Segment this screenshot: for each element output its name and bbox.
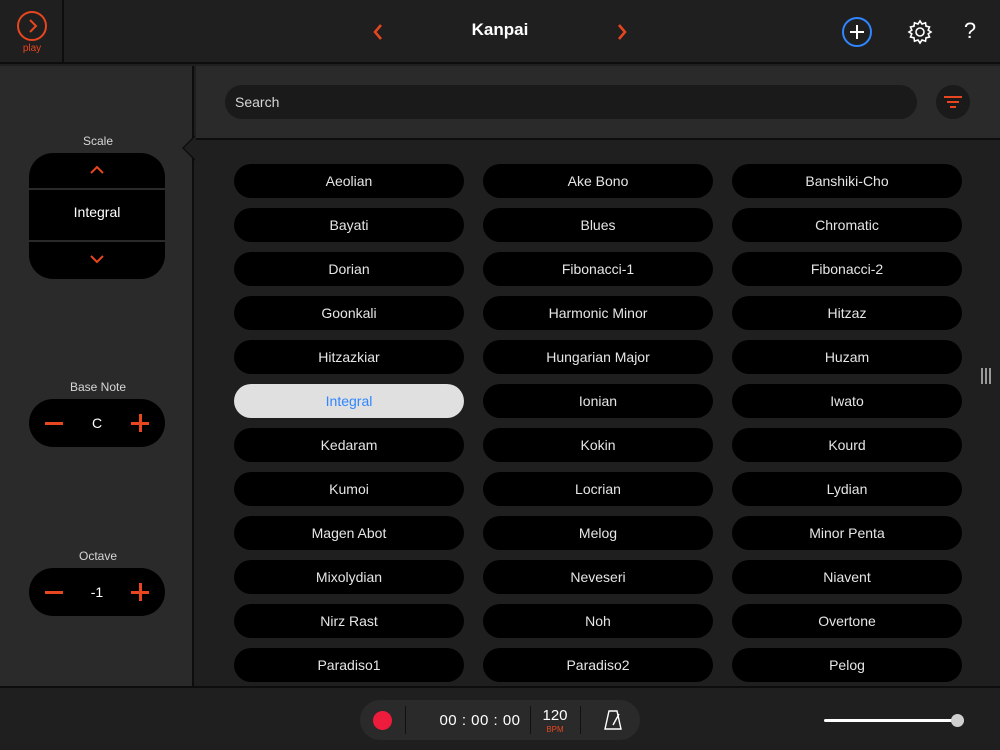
top-bar: play Kanpai ? — [0, 0, 1000, 64]
scale-down-icon[interactable] — [89, 253, 105, 265]
scale-option[interactable]: Niavent — [732, 560, 962, 594]
divider — [530, 706, 531, 734]
scale-option[interactable]: Minor Penta — [732, 516, 962, 550]
scale-option[interactable]: Integral — [234, 384, 464, 418]
scale-option[interactable]: Kokin — [483, 428, 713, 462]
scale-option[interactable]: Aeolian — [234, 164, 464, 198]
play-button[interactable] — [17, 11, 47, 41]
scale-option[interactable]: Fibonacci-1 — [483, 252, 713, 286]
divider — [29, 240, 165, 242]
scale-option[interactable]: Pelog — [732, 648, 962, 682]
scale-option[interactable]: Fibonacci-2 — [732, 252, 962, 286]
filter-button[interactable] — [936, 85, 970, 119]
scale-option[interactable]: Kedaram — [234, 428, 464, 462]
scale-option[interactable]: Magen Abot — [234, 516, 464, 550]
scale-option[interactable]: Ake Bono — [483, 164, 713, 198]
scale-option[interactable]: Overtone — [732, 604, 962, 638]
scale-label: Scale — [82, 134, 114, 148]
scale-option[interactable]: Mixolydian — [234, 560, 464, 594]
drag-handle-icon[interactable] — [981, 368, 991, 384]
scale-selector: Integral — [29, 153, 165, 279]
scale-option[interactable]: Noh — [483, 604, 713, 638]
play-icon — [29, 19, 38, 33]
record-button[interactable] — [373, 711, 392, 730]
scale-option[interactable]: Chromatic — [732, 208, 962, 242]
scale-grid: Aeolian Ake Bono Banshiki-Cho Bayati Blues Ch… — [196, 142, 1000, 686]
scale-option[interactable]: Melog — [483, 516, 713, 550]
octave-increment-button[interactable] — [138, 583, 142, 601]
scale-option[interactable]: Hitzazkiar — [234, 340, 464, 374]
help-icon[interactable]: ? — [955, 18, 985, 44]
base-note-increment-button[interactable] — [138, 414, 142, 432]
time-display: 00 : 00 : 00 — [439, 712, 521, 729]
scale-option[interactable]: Hitzaz — [732, 296, 962, 330]
add-icon — [850, 25, 864, 39]
scale-option[interactable]: Dorian — [234, 252, 464, 286]
left-panel: Scale Integral Base Note C Octave -1 — [0, 66, 194, 686]
scale-option[interactable]: Banshiki-Cho — [732, 164, 962, 198]
volume-slider[interactable] — [824, 719, 964, 722]
search-input[interactable] — [225, 85, 917, 119]
divider — [405, 706, 406, 734]
scale-up-icon[interactable] — [89, 164, 105, 176]
base-note-value: C — [91, 415, 103, 431]
scale-option[interactable]: Iwato — [732, 384, 962, 418]
scale-option[interactable]: Goonkali — [234, 296, 464, 330]
scale-option[interactable]: Lydian — [732, 472, 962, 506]
divider — [580, 706, 581, 734]
scale-option[interactable]: Kourd — [732, 428, 962, 462]
gear-icon[interactable] — [907, 19, 933, 45]
divider — [29, 188, 165, 190]
scale-option[interactable]: Hungarian Major — [483, 340, 713, 374]
octave-decrement-button[interactable] — [45, 591, 63, 594]
scale-option[interactable]: Paradiso1 — [234, 648, 464, 682]
play-label: play — [22, 43, 42, 54]
octave-stepper: -1 — [29, 568, 165, 616]
metronome-icon[interactable] — [602, 709, 624, 731]
bpm-value[interactable]: 120 — [538, 707, 572, 724]
scale-option[interactable]: Bayati — [234, 208, 464, 242]
prev-arrow-icon[interactable] — [366, 20, 390, 44]
bpm-label: BPM — [546, 725, 564, 734]
scale-option[interactable]: Huzam — [732, 340, 962, 374]
scale-option[interactable]: Paradiso2 — [483, 648, 713, 682]
base-note-label: Base Note — [69, 380, 127, 394]
base-note-stepper: C — [29, 399, 165, 447]
play-cell: play — [0, 0, 64, 64]
scale-option[interactable]: Ionian — [483, 384, 713, 418]
octave-value: -1 — [90, 584, 104, 600]
scale-option[interactable]: Locrian — [483, 472, 713, 506]
scale-option[interactable]: Nirz Rast — [234, 604, 464, 638]
scale-value: Integral — [73, 204, 121, 220]
transport-controls: 00 : 00 : 00 120 BPM — [360, 700, 640, 740]
scale-option[interactable]: Kumoi — [234, 472, 464, 506]
search-bar — [196, 66, 1000, 140]
volume-slider-knob[interactable] — [950, 714, 964, 727]
add-button[interactable] — [842, 17, 872, 47]
preset-title: Kanpai — [471, 20, 529, 39]
selector-pointer — [184, 137, 195, 159]
scale-option[interactable]: Neveseri — [483, 560, 713, 594]
octave-label: Octave — [78, 549, 117, 563]
base-note-decrement-button[interactable] — [45, 422, 63, 425]
scale-option[interactable]: Harmonic Minor — [483, 296, 713, 330]
next-arrow-icon[interactable] — [610, 20, 634, 44]
scale-option[interactable]: Blues — [483, 208, 713, 242]
bottom-bar: 00 : 00 : 00 120 BPM — [0, 686, 1000, 750]
